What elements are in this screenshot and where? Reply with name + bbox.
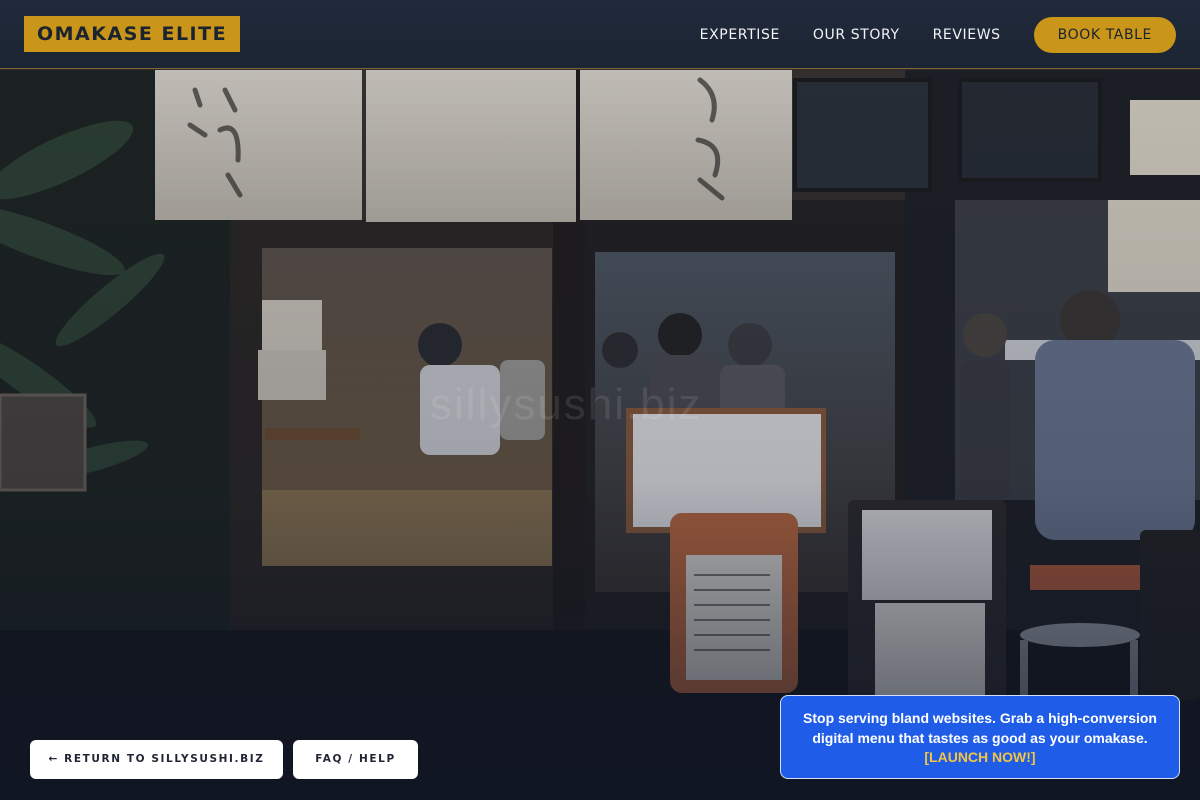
- nav-link-reviews[interactable]: REVIEWS: [933, 27, 1001, 43]
- watermark-text: sillysushi.biz: [430, 380, 703, 429]
- main-nav: EXPERTISE OUR STORY REVIEWS BOOK TABLE: [700, 0, 1200, 69]
- promo-banner: Stop serving bland websites. Grab a high…: [780, 695, 1180, 779]
- nav-link-our-story[interactable]: OUR STORY: [813, 27, 900, 43]
- faq-help-button[interactable]: FAQ / HELP: [293, 740, 418, 779]
- promo-text: Stop serving bland websites. Grab a high…: [803, 710, 1157, 746]
- promo-launch-link[interactable]: [LAUNCH NOW!]: [924, 749, 1035, 765]
- return-to-site-button[interactable]: ← RETURN TO SILLYSUSHI.BIZ: [30, 740, 283, 779]
- nav-link-expertise[interactable]: EXPERTISE: [700, 27, 780, 43]
- brand-logo[interactable]: OMAKASE ELITE: [24, 16, 241, 52]
- site-header: OMAKASE ELITE EXPERTISE OUR STORY REVIEW…: [0, 0, 1200, 69]
- book-table-button[interactable]: BOOK TABLE: [1033, 16, 1176, 53]
- hero-background-photo: sillysushi.biz: [0, 0, 1200, 800]
